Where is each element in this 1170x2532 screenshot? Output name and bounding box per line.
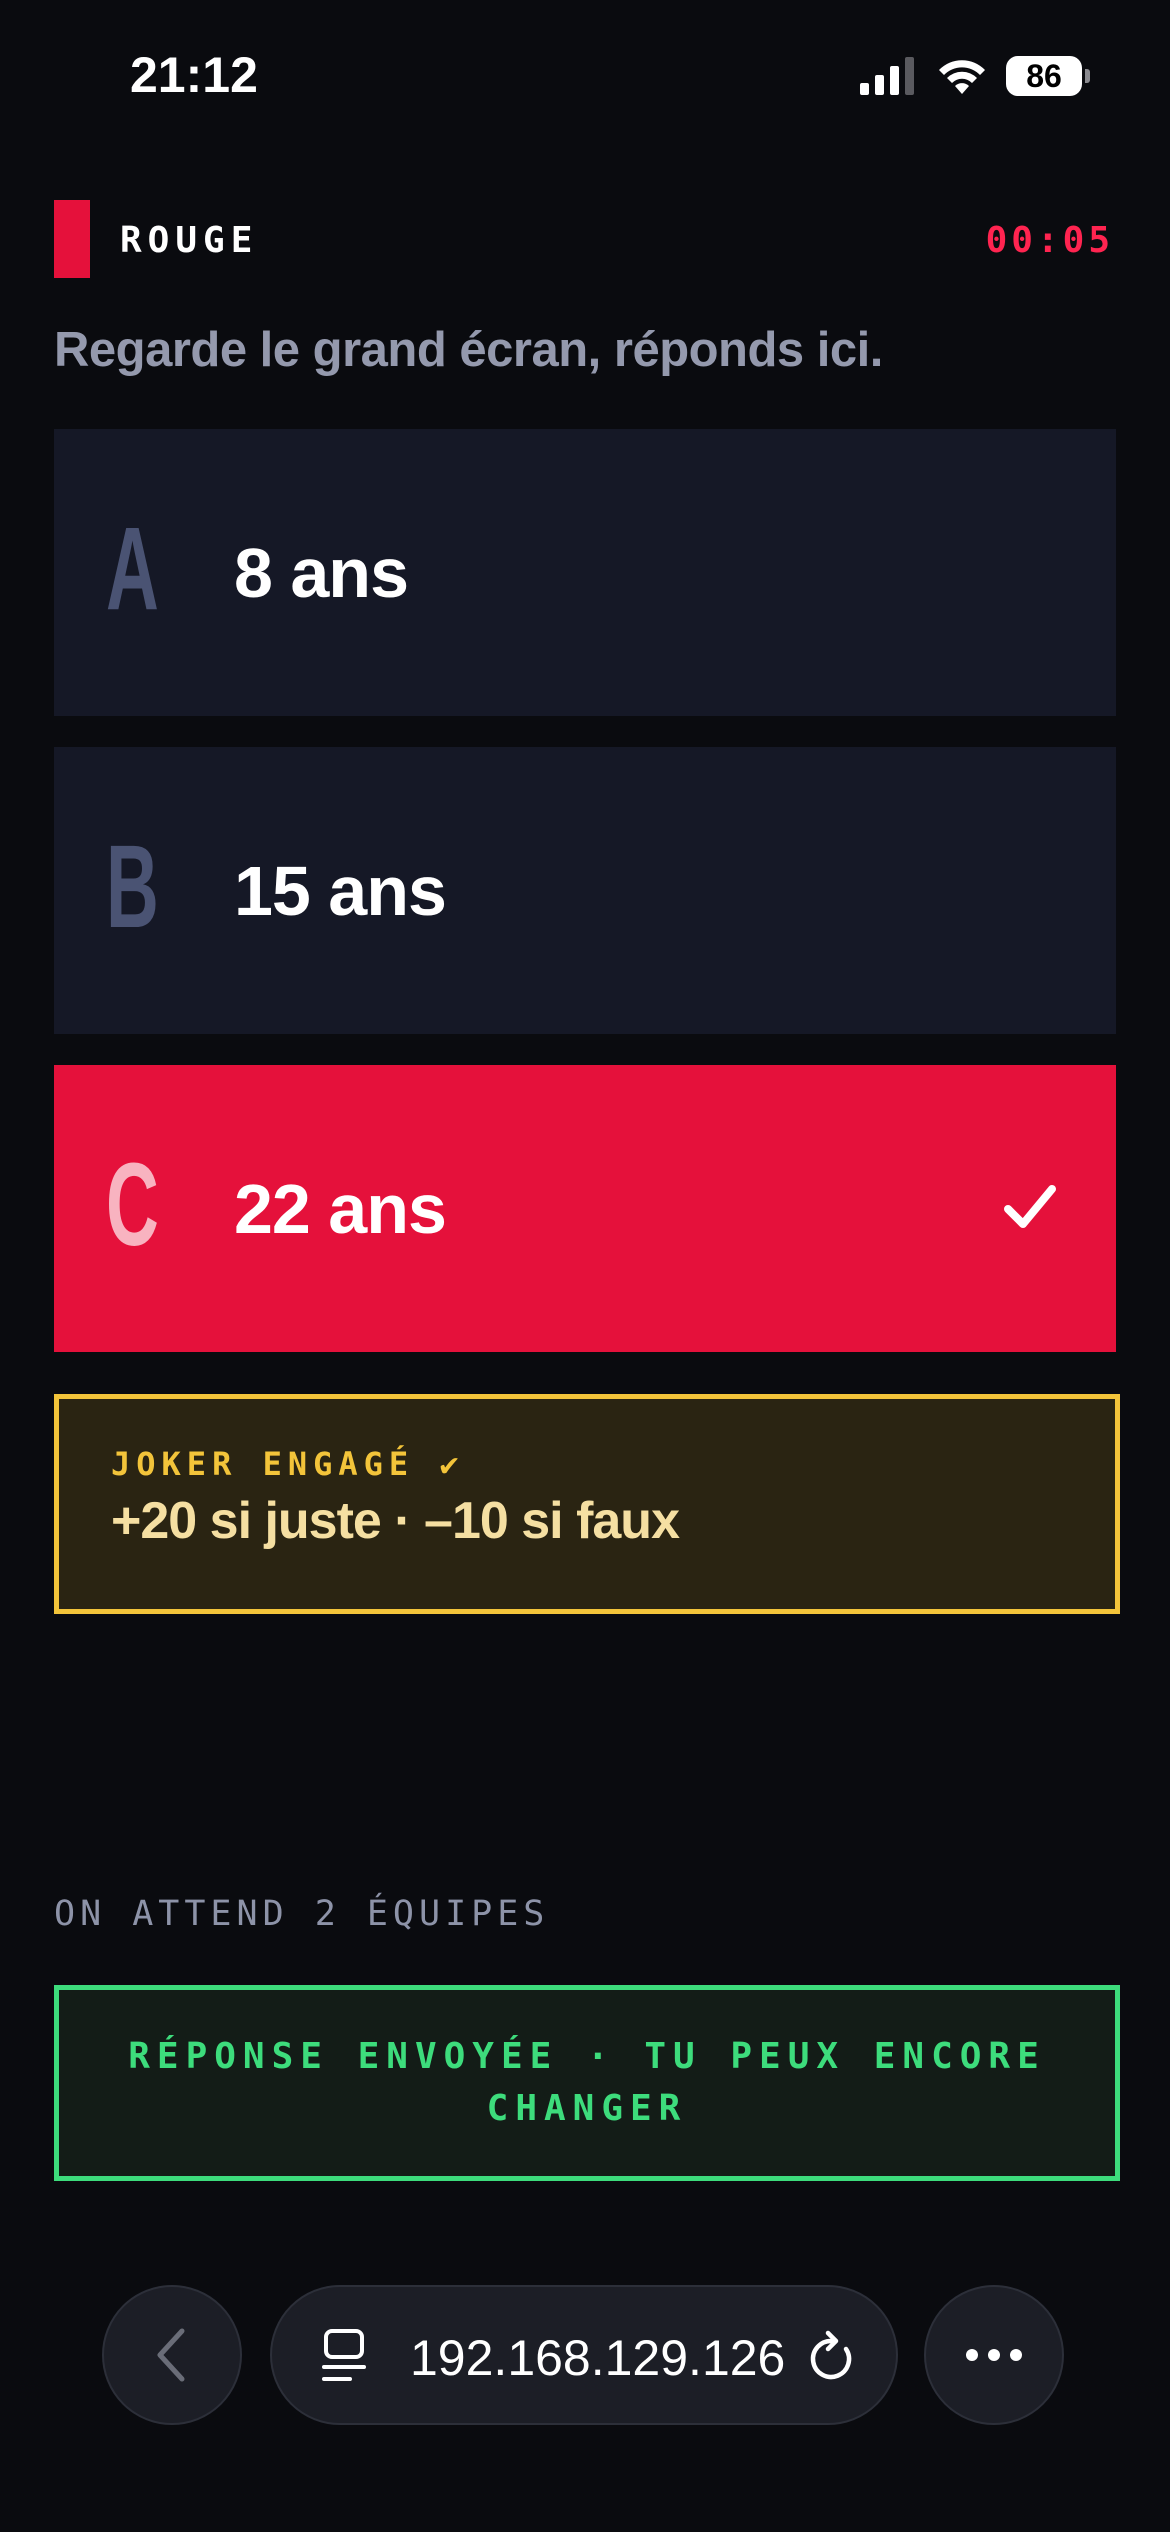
answer-sent-text: RÉPONSE ENVOYÉE · TU PEUX ENCORE CHANGER xyxy=(128,2036,1046,2129)
timer: 00:05 xyxy=(985,220,1114,261)
battery-level: 86 xyxy=(1006,56,1082,96)
tabs-icon xyxy=(322,2329,366,2381)
cellular-signal-icon xyxy=(860,57,914,95)
status-icons: 86 xyxy=(860,52,1090,100)
team-name: ROUGE xyxy=(120,220,259,261)
answer-sent-status: RÉPONSE ENVOYÉE · TU PEUX ENCORE CHANGER xyxy=(54,1985,1120,2181)
address-text: 192.168.129.126 xyxy=(410,2330,786,2386)
joker-panel: JOKER ENGAGÉ ✔ +20 si juste · –10 si fau… xyxy=(54,1394,1120,1614)
battery-icon: 86 xyxy=(1006,56,1090,96)
answer-option-a[interactable]: A 8 ans xyxy=(54,429,1116,716)
wifi-icon xyxy=(939,60,985,94)
battery-tip xyxy=(1085,69,1090,83)
address-bar[interactable]: 192.168.129.126 xyxy=(270,2285,898,2425)
answer-option-c[interactable]: C 22 ans xyxy=(54,1065,1116,1352)
status-time: 21:12 xyxy=(130,47,258,103)
reload-icon[interactable] xyxy=(806,2329,858,2385)
waiting-text: ON ATTEND 2 ÉQUIPES xyxy=(54,1894,550,1934)
more-button[interactable] xyxy=(924,2285,1064,2425)
answer-text: 22 ans xyxy=(234,1170,447,1248)
joker-detail: +20 si juste · –10 si faux xyxy=(111,1492,680,1550)
instruction-text: Regarde le grand écran, réponds ici. xyxy=(54,323,883,377)
team-color-flag xyxy=(54,200,90,278)
status-bar: 21:12 86 xyxy=(0,0,1170,150)
answer-letter: B xyxy=(106,821,159,953)
checkmark-icon xyxy=(1004,1185,1056,1228)
chevron-left-icon xyxy=(157,2328,185,2382)
answer-letter: A xyxy=(106,503,159,635)
answer-option-b[interactable]: B 15 ans xyxy=(54,747,1116,1034)
answer-letter: C xyxy=(106,1139,159,1271)
back-button[interactable] xyxy=(102,2285,242,2425)
answer-text: 15 ans xyxy=(234,852,447,930)
browser-toolbar: 192.168.129.126 xyxy=(0,2280,1170,2430)
more-dots-icon xyxy=(966,2349,1022,2361)
answer-text: 8 ans xyxy=(234,534,409,612)
joker-label: JOKER ENGAGÉ ✔ xyxy=(111,1445,465,1483)
